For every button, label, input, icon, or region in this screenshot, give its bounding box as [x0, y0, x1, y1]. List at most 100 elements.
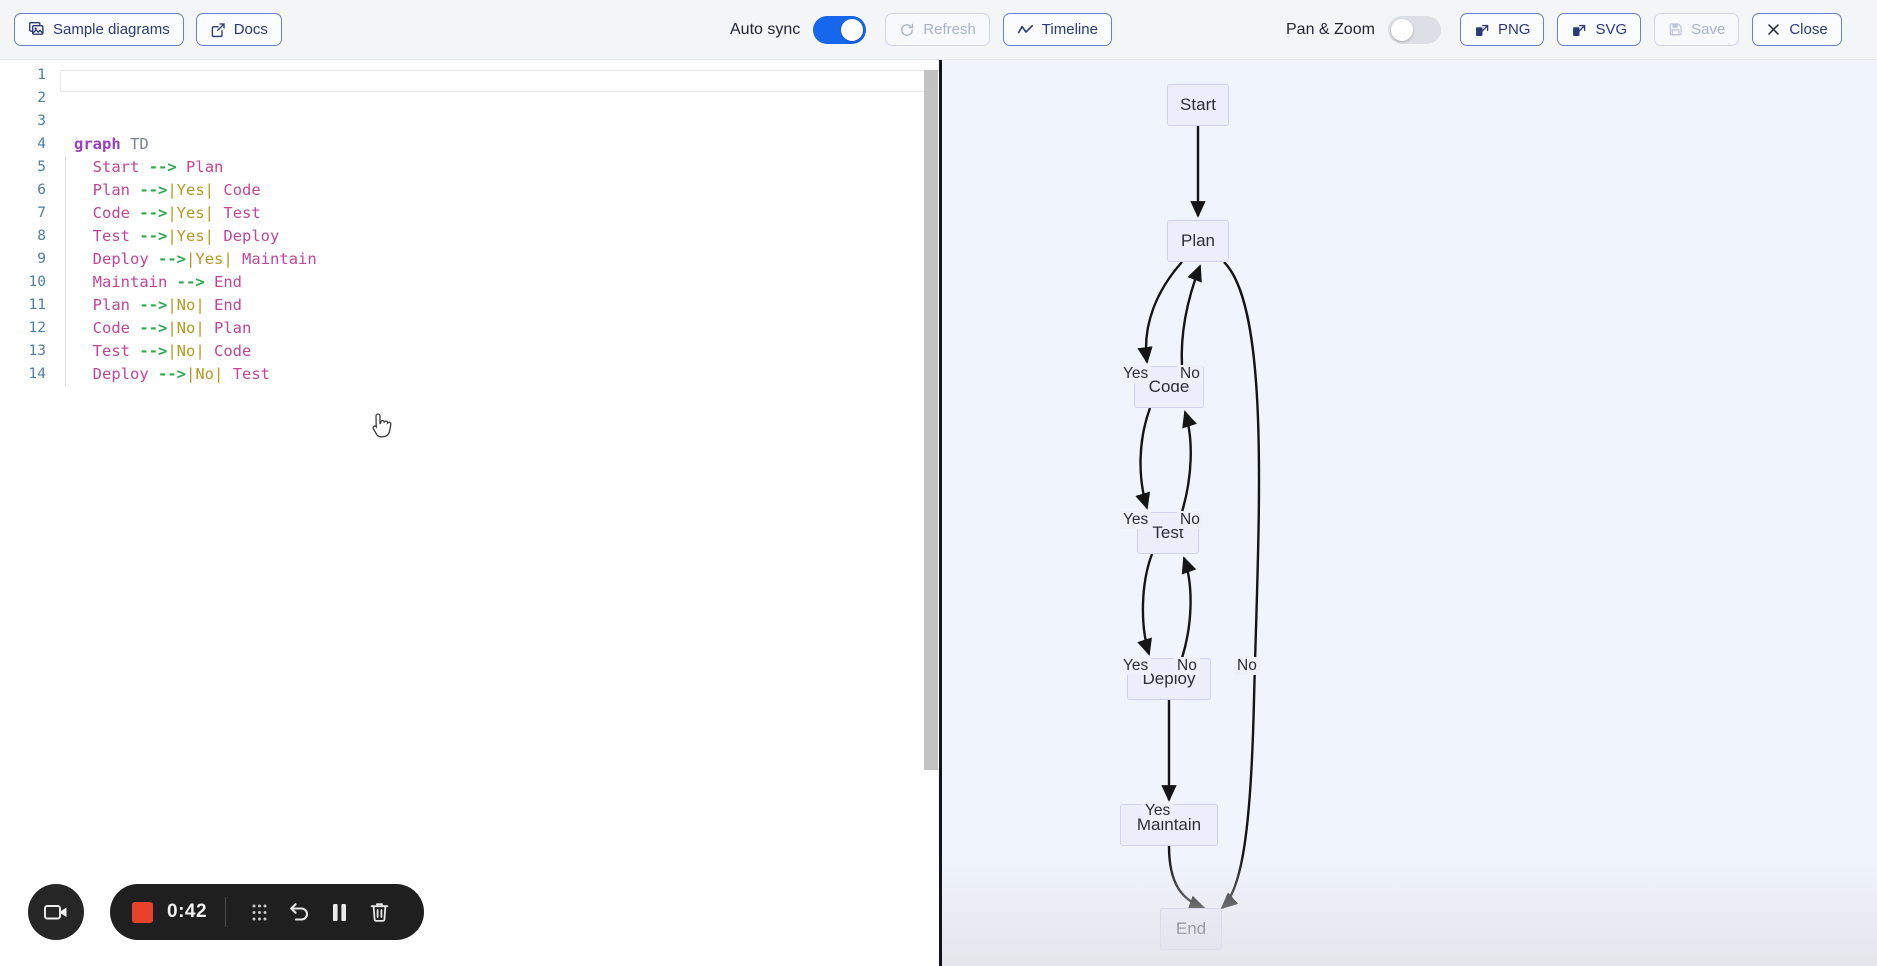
- code-line-text: Maintain --> End: [46, 271, 242, 294]
- top-toolbar: Sample diagrams Docs Auto sync Refresh T…: [0, 0, 1877, 60]
- code-token: Test: [92, 342, 130, 360]
- toolbar-center-group: Auto sync Refresh Timeline: [730, 13, 1112, 46]
- code-token: |Yes|: [167, 181, 215, 199]
- timeline-label: Timeline: [1041, 21, 1098, 38]
- editor-vertical-scrollbar[interactable]: [924, 70, 938, 770]
- code-token: Maintain: [92, 273, 168, 291]
- code-line[interactable]: 8 Test -->|Yes| Deploy: [0, 225, 940, 248]
- refresh-button[interactable]: Refresh: [885, 13, 990, 46]
- docs-button[interactable]: Docs: [195, 13, 282, 46]
- save-label: Save: [1691, 21, 1726, 38]
- code-token: graph: [74, 135, 121, 153]
- code-token: -->: [158, 250, 187, 268]
- line-number: 7: [37, 205, 46, 221]
- diagram-node-plan[interactable]: Plan: [1167, 220, 1229, 262]
- line-number: 9: [37, 251, 46, 267]
- pan-zoom-toggle[interactable]: [1387, 15, 1441, 44]
- code-line[interactable]: 2: [0, 87, 940, 110]
- sample-diagrams-label: Sample diagrams: [53, 21, 170, 38]
- line-number: 8: [37, 228, 46, 244]
- code-token: |No|: [167, 319, 205, 337]
- code-line[interactable]: 4 graph TD: [0, 133, 940, 156]
- code-token: End: [214, 296, 243, 314]
- code-token: -->: [139, 319, 168, 337]
- code-token: Deploy: [92, 365, 149, 383]
- code-token: -->: [139, 296, 168, 314]
- code-line[interactable]: 14 Deploy -->|No| Test: [0, 363, 940, 386]
- code-token: |Yes|: [167, 204, 215, 222]
- diagram-edges: [1135, 126, 1261, 911]
- camera-toggle-button[interactable]: [28, 884, 84, 940]
- code-line[interactable]: 9 Deploy -->|Yes| Maintain: [0, 248, 940, 271]
- line-number: 13: [28, 343, 46, 359]
- code-token: Code: [92, 204, 130, 222]
- code-line[interactable]: 7 Code -->|Yes| Test: [0, 202, 940, 225]
- save-button[interactable]: Save: [1654, 13, 1740, 46]
- export-svg-button[interactable]: SVG: [1557, 13, 1642, 46]
- code-line[interactable]: 12 Code -->|No| Plan: [0, 317, 940, 340]
- stop-recording-button[interactable]: [132, 901, 153, 923]
- refresh-label: Refresh: [923, 21, 976, 38]
- toolbar-separator: [225, 897, 227, 927]
- diagram-node-end[interactable]: End: [1160, 908, 1222, 950]
- close-button[interactable]: Close: [1752, 13, 1842, 46]
- refresh-icon: [899, 22, 915, 38]
- code-line-text: Test -->|No| Code: [46, 340, 252, 363]
- pause-button[interactable]: [322, 895, 356, 929]
- code-editor-pane[interactable]: 1 2 3 4 graph TD 5 Start --> Plan 6 Plan -->|Y…: [0, 60, 940, 966]
- code-token: |Yes|: [186, 250, 233, 268]
- code-line[interactable]: 3: [0, 110, 940, 133]
- code-token: -->: [139, 204, 168, 222]
- docs-label: Docs: [233, 21, 268, 38]
- code-token: Deploy: [92, 250, 149, 268]
- sample-diagrams-button[interactable]: Sample diagrams: [14, 13, 184, 46]
- pan-zoom-toggle-knob: [1390, 18, 1413, 41]
- code-line[interactable]: 10 Maintain --> End: [0, 271, 940, 294]
- code-token: Plan: [186, 158, 224, 176]
- line-number: 12: [28, 320, 46, 336]
- line-number: 1: [37, 67, 46, 83]
- code-line-text: graph TD: [46, 133, 149, 156]
- code-line[interactable]: 5 Start --> Plan: [0, 156, 940, 179]
- line-number: 5: [37, 159, 46, 175]
- code-line[interactable]: 6 Plan -->|Yes| Code: [0, 179, 940, 202]
- export-icon: [1571, 22, 1587, 38]
- code-token: Test: [223, 204, 261, 222]
- code-line[interactable]: 11 Plan -->|No| End: [0, 294, 940, 317]
- delete-recording-button[interactable]: [362, 895, 396, 929]
- code-line[interactable]: 13 Test -->|No| Code: [0, 340, 940, 363]
- code-token: Code: [223, 181, 261, 199]
- undo-button[interactable]: [282, 895, 316, 929]
- code-token: Test: [232, 365, 271, 383]
- export-icon: [1474, 22, 1490, 38]
- drag-handle-icon[interactable]: [242, 895, 276, 929]
- mermaid-source-code[interactable]: 1 2 3 4 graph TD 5 Start --> Plan 6 Plan -->|Y…: [0, 60, 940, 966]
- diagram-preview-pane[interactable]: Start Plan Code Test Deploy Maintain End Yes No…: [942, 60, 1877, 966]
- edge-label: No: [1174, 657, 1200, 675]
- diagram-node-start[interactable]: Start: [1167, 84, 1229, 126]
- auto-sync-toggle[interactable]: [813, 15, 867, 44]
- code-line[interactable]: 1: [0, 64, 940, 92]
- code-token: -->: [148, 158, 177, 176]
- timeline-button[interactable]: Timeline: [1002, 13, 1112, 46]
- code-line-text: Deploy -->|No| Test: [46, 363, 270, 386]
- save-disk-icon: [1668, 22, 1683, 37]
- code-token: |No|: [167, 342, 205, 360]
- code-token: -->: [158, 365, 187, 383]
- export-png-button[interactable]: PNG: [1459, 13, 1545, 46]
- external-link-icon: [210, 22, 226, 38]
- edge-label: Yes: [1120, 511, 1152, 529]
